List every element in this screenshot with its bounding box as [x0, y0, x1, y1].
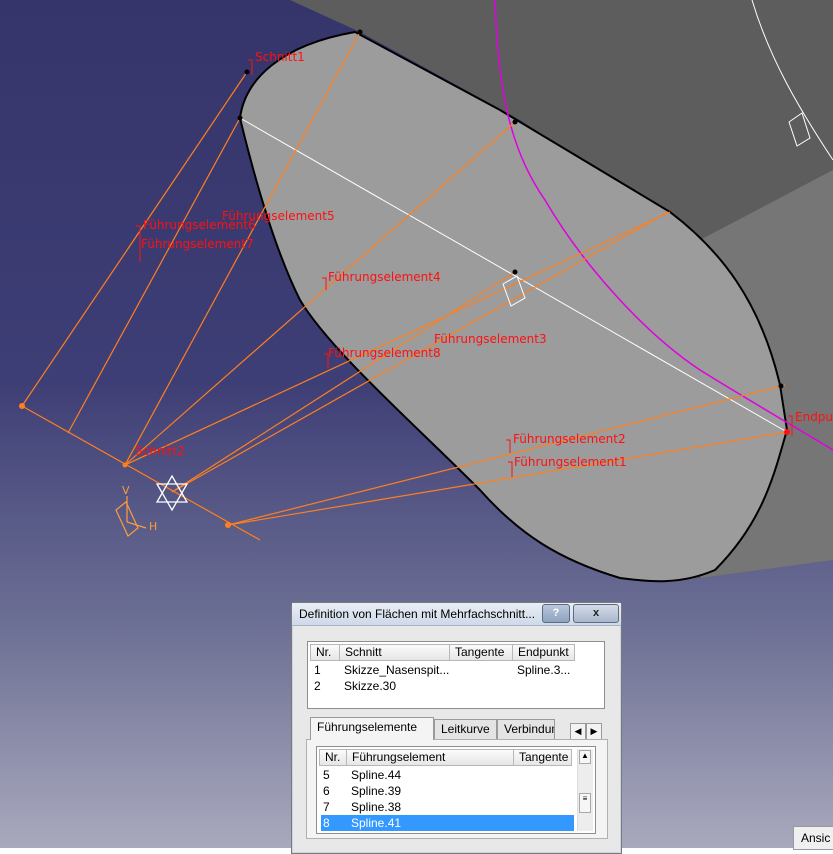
cell-element: Spline.39 — [351, 784, 402, 798]
tab-scroll-right-icon[interactable]: ▶ — [586, 723, 602, 740]
cell-endpunkt — [515, 678, 577, 694]
tab-scroll-left-icon[interactable]: ◀ — [570, 723, 586, 740]
cell-nr: 1 — [314, 663, 321, 677]
help-button[interactable]: ? — [542, 604, 570, 623]
cell-tangente — [452, 678, 515, 694]
label-fe6[interactable]: Führungselement6 — [143, 218, 256, 232]
col-tangente[interactable]: Tangente — [514, 749, 572, 766]
multi-section-surface-dialog[interactable]: Definition von Flächen mit Mehrfachschni… — [291, 602, 622, 854]
table-row[interactable]: 6 Spline.39 — [321, 783, 516, 799]
table-row-selected[interactable]: 8 Spline.41 — [321, 815, 574, 831]
tab-panel: Nr. Führungselement Tangente 5 Spline.44… — [306, 739, 608, 839]
label-fe2[interactable]: Führungselement2 — [513, 432, 626, 446]
cell-nr: 8 — [323, 816, 330, 830]
guides-table[interactable]: Nr. Führungselement Tangente 5 Spline.44… — [316, 746, 596, 834]
cell-tangente — [452, 662, 515, 678]
cell-nr: 6 — [323, 784, 330, 798]
col-tangente[interactable]: Tangente — [450, 644, 513, 661]
tab-verbindung[interactable]: Verbindun — [497, 719, 555, 739]
label-fe7[interactable]: Führungselement7 — [141, 237, 254, 251]
cell-schnitt: Skizze.30 — [344, 679, 397, 693]
label-schnitt1[interactable]: Schnitt1 — [255, 50, 305, 64]
cell-endpunkt: Spline.3... — [517, 663, 571, 677]
table-row[interactable]: 1 Skizze_Nasenspit... Spline.3... — [312, 662, 577, 678]
axis-label-h: H — [149, 520, 157, 533]
axis-star-icon[interactable] — [155, 474, 189, 512]
label-schnitt2[interactable]: Schnitt2 — [135, 444, 185, 458]
cell-element: Spline.44 — [351, 768, 402, 782]
label-fe3[interactable]: Führungselement3 — [434, 332, 547, 346]
sections-table-header: Nr. Schnitt Tangente Endpunkt — [310, 644, 602, 661]
table-row[interactable]: 2 Skizze.30 — [312, 678, 577, 694]
label-endpunkt[interactable]: Endpu — [795, 410, 833, 424]
table-row[interactable]: 7 Spline.38 — [321, 799, 516, 815]
col-nr[interactable]: Nr. — [319, 749, 347, 766]
table-row[interactable]: 5 Spline.44 — [321, 767, 516, 783]
tab-leitkurve[interactable]: Leitkurve — [434, 719, 497, 739]
col-nr[interactable]: Nr. — [310, 644, 340, 661]
label-fe1[interactable]: Führungselement1 — [514, 455, 627, 469]
scroll-thumb[interactable]: ≡ — [579, 793, 591, 813]
col-endpunkt[interactable]: Endpunkt — [513, 644, 575, 661]
dialog-titlebar[interactable]: Definition von Flächen mit Mehrfachschni… — [292, 603, 621, 626]
scroll-up-icon[interactable]: ▲ — [579, 750, 591, 764]
cell-element: Spline.38 — [351, 800, 402, 814]
dialog-title: Definition von Flächen mit Mehrfachschni… — [299, 607, 536, 621]
cell-element: Spline.41 — [351, 816, 402, 830]
label-fe8[interactable]: Führungselement8 — [328, 346, 441, 360]
cell-nr: 2 — [314, 679, 321, 693]
axis-label-v: V — [122, 484, 130, 497]
sections-table[interactable]: Nr. Schnitt Tangente Endpunkt 1 Skizze_N… — [307, 641, 605, 709]
guides-scrollbar[interactable]: ▲ ≡ — [577, 749, 593, 831]
cell-schnitt: Skizze_Nasenspit... — [344, 663, 450, 677]
col-schnitt[interactable]: Schnitt — [340, 644, 450, 661]
cell-nr: 7 — [323, 800, 330, 814]
guides-table-header: Nr. Führungselement Tangente — [319, 749, 576, 766]
sketch-axis-icon — [115, 496, 147, 537]
cell-nr: 5 — [323, 768, 330, 782]
col-fuehrungselement[interactable]: Führungselement — [347, 749, 514, 766]
tab-fuehrungselemente[interactable]: Führungselemente — [310, 717, 434, 740]
close-button[interactable]: x — [573, 604, 619, 623]
label-fe4[interactable]: Führungselement4 — [328, 270, 441, 284]
view-button[interactable]: Ansic — [793, 826, 833, 850]
